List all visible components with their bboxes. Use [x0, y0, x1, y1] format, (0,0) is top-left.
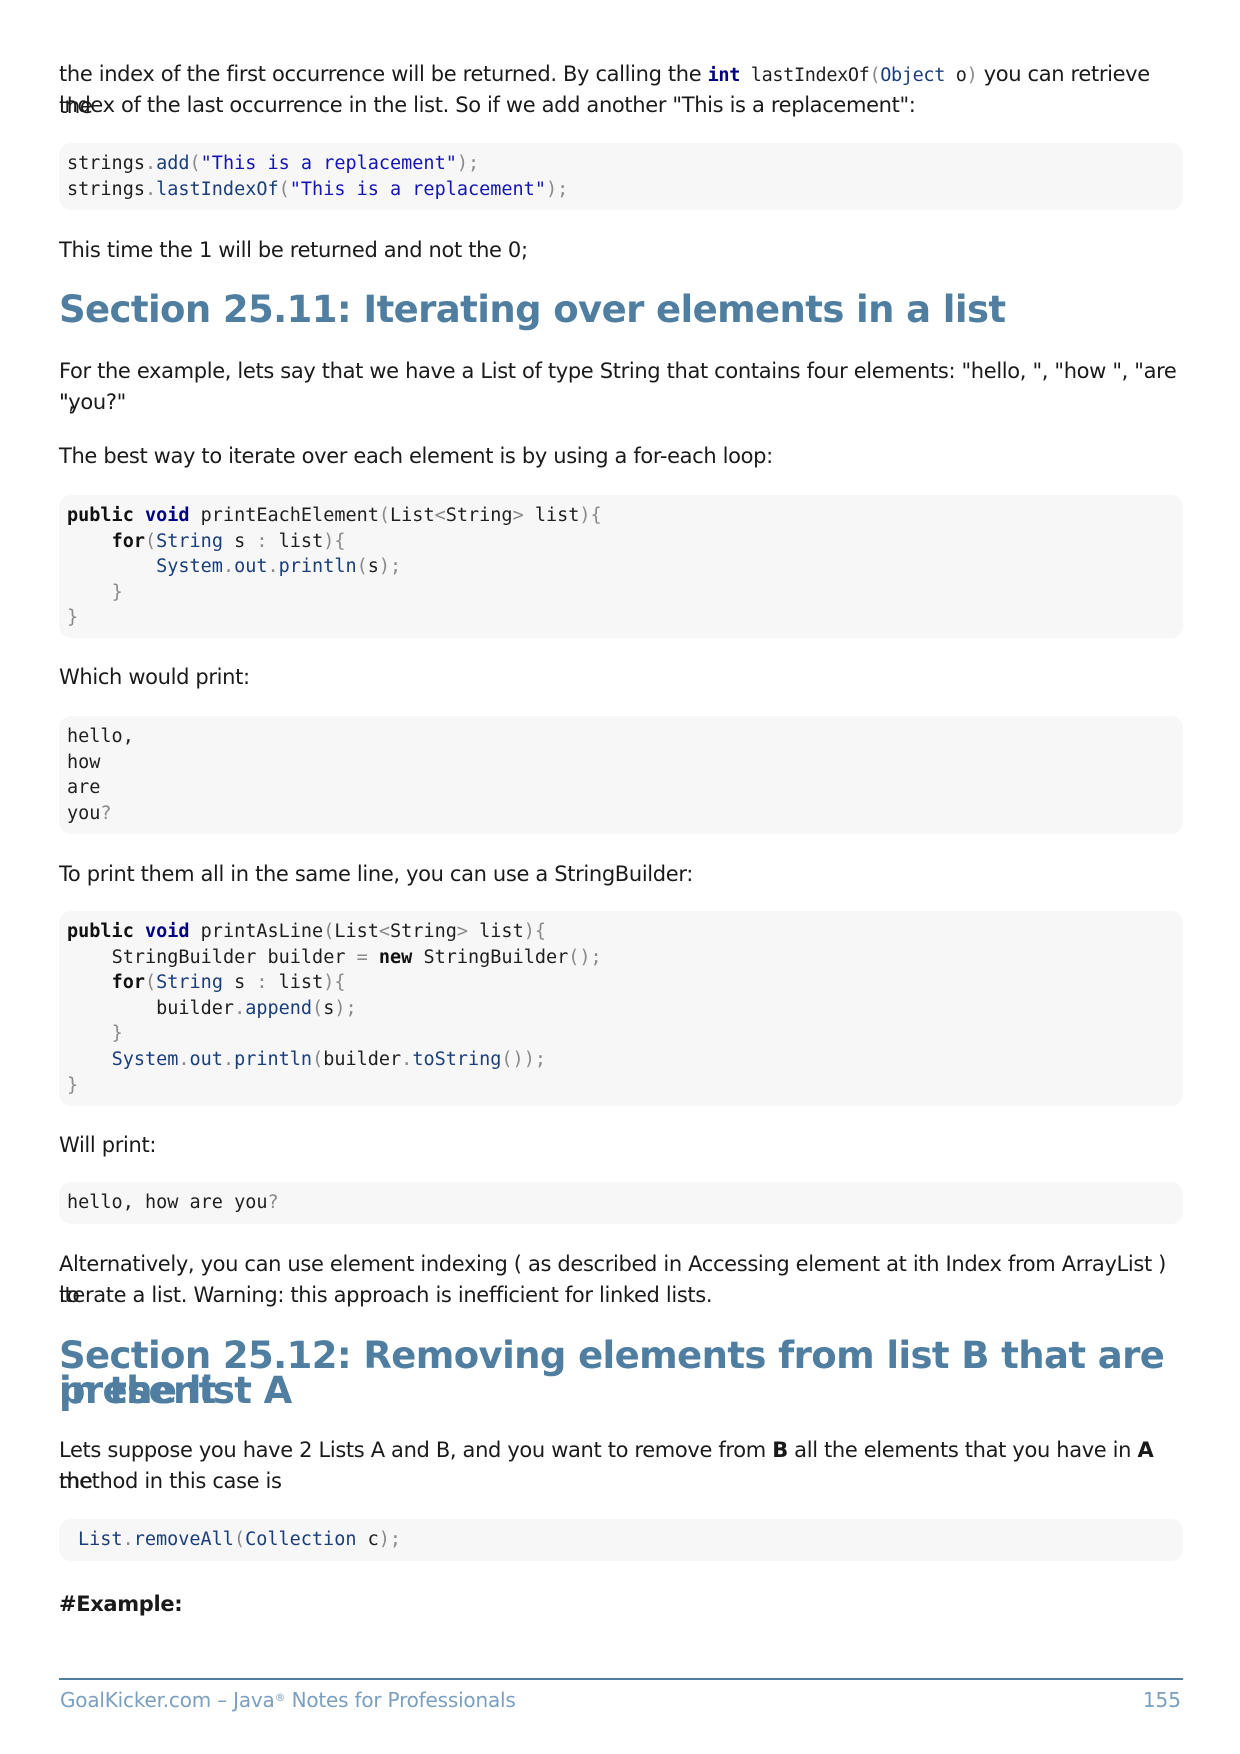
- para-which-print: Which would print:: [59, 665, 250, 689]
- code-param: o: [945, 65, 967, 86]
- para-example-line-2: "you?": [59, 390, 126, 414]
- after-code-text: This time the 1 will be returned and not…: [59, 238, 528, 262]
- code-block-remove-all: List.removeAll(Collection c);: [59, 1519, 1183, 1561]
- output-block-single-line: hello, how are you?: [59, 1182, 1183, 1224]
- code-block-print-each-element: public void printEachElement(List<String…: [59, 495, 1183, 638]
- intro-line-2: index of the last occurrence in the list…: [59, 93, 916, 117]
- para-best-way: The best way to iterate over each elemen…: [59, 444, 773, 468]
- code-keyword: int: [707, 65, 741, 86]
- section-heading-25-11: Section 25.11: Iterating over elements i…: [59, 288, 1006, 331]
- code-type: Object: [880, 65, 945, 86]
- output-block-lines: hello, how are you?: [59, 716, 1183, 834]
- para-will-print: Will print:: [59, 1133, 157, 1157]
- para-alternatively-line-2: iterate a list. Warning: this approach i…: [59, 1283, 713, 1307]
- text: the index of the first occurrence will b…: [59, 62, 708, 86]
- code-punct: (: [869, 65, 881, 86]
- footer-title: GoalKicker.com – Java® Notes for Profess…: [60, 1688, 516, 1712]
- footer-divider: [59, 1678, 1183, 1680]
- para-same-line: To print them all in the same line, you …: [59, 862, 693, 886]
- code-punct: ): [966, 65, 978, 86]
- para-suppose-line-2: method in this case is: [59, 1469, 282, 1493]
- section-heading-25-12-line-2: in the list A: [59, 1369, 292, 1412]
- para-example-line-1: For the example, lets say that we have a…: [59, 359, 1177, 414]
- code-method: lastIndexOf: [750, 65, 870, 86]
- footer-page-number: 155: [1142, 1688, 1181, 1712]
- code-block-add-lastindexof: strings.add("This is a replacement"); st…: [59, 143, 1183, 210]
- example-label: #Example:: [59, 1592, 183, 1616]
- code-block-print-as-line: public void printAsLine(List<String> lis…: [59, 911, 1183, 1106]
